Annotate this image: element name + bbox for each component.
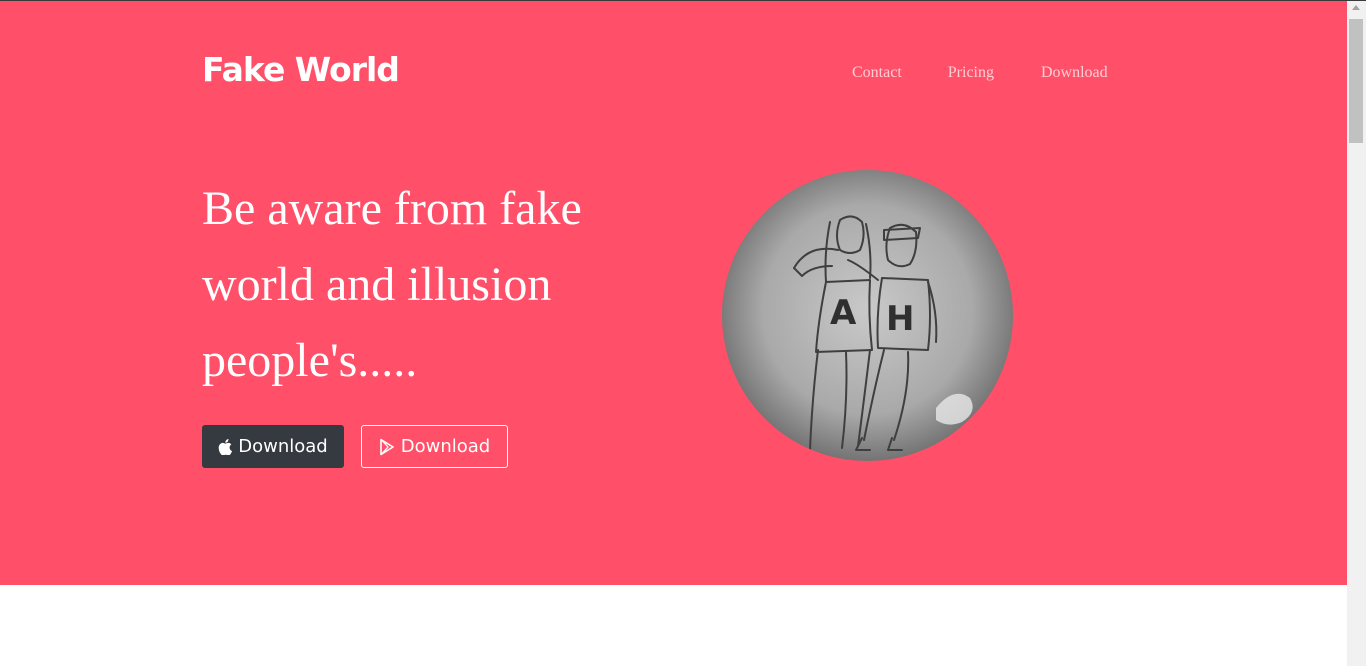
nav-download-link[interactable]: Download bbox=[1041, 64, 1108, 82]
play-store-button-label: Download bbox=[400, 436, 491, 457]
illustration-letter-a: A bbox=[830, 293, 857, 333]
scroll-up-arrow-icon[interactable] bbox=[1352, 5, 1360, 10]
main-nav: Contact Pricing Download bbox=[852, 64, 1108, 82]
nav-pricing-link[interactable]: Pricing bbox=[948, 64, 994, 82]
hero-headline: Be aware from fake world and illusion pe… bbox=[202, 182, 582, 387]
illustration-letter-h: H bbox=[886, 299, 914, 339]
play-store-icon bbox=[379, 438, 395, 456]
nav-contact-link[interactable]: Contact bbox=[852, 64, 902, 82]
app-store-button-label: Download bbox=[238, 436, 328, 457]
brand-logo[interactable]: Fake World bbox=[202, 53, 400, 86]
app-store-download-button[interactable]: Download bbox=[202, 425, 344, 468]
hero-illustration: A H bbox=[722, 170, 1013, 461]
hero-section: Fake World Contact Pricing Download Be a… bbox=[0, 1, 1347, 585]
scrollbar-thumb[interactable] bbox=[1349, 19, 1363, 143]
play-store-download-button[interactable]: Download bbox=[361, 425, 508, 468]
vertical-scrollbar[interactable] bbox=[1347, 1, 1366, 666]
apple-icon bbox=[218, 438, 233, 455]
